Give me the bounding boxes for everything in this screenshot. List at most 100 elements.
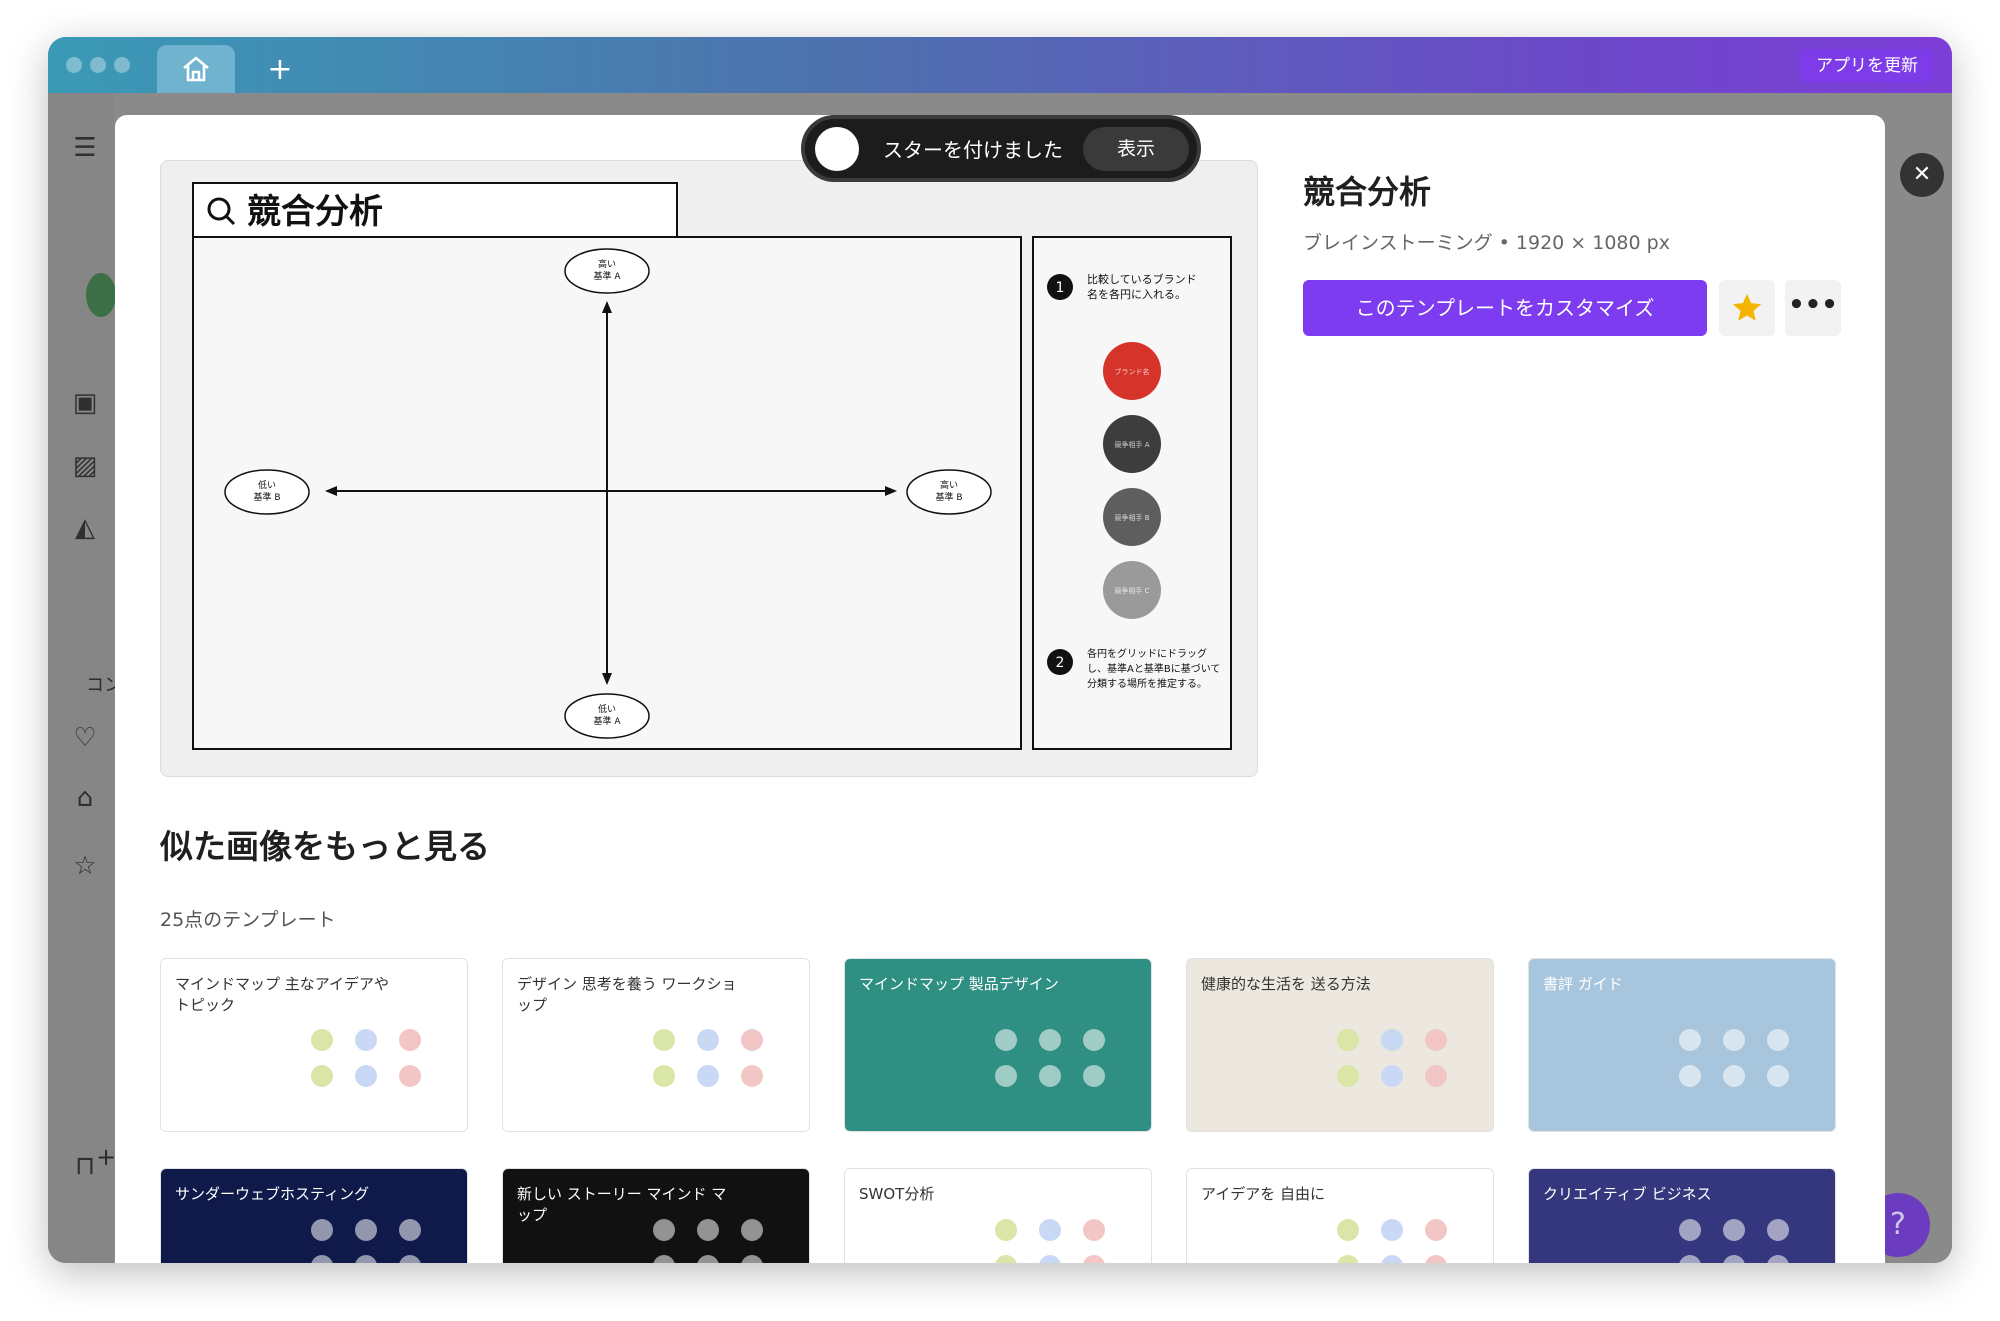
thumbnail-decoration [1337,1219,1359,1241]
thumbnail-decoration [1381,1065,1403,1087]
template-thumbnail[interactable]: サンダーウェブホスティング [160,1168,468,1263]
axis-left-line2: 基準 B [253,491,280,503]
thumbnail-decoration [1767,1219,1789,1241]
preview-search-title: 競合分析 [247,192,383,232]
step2-number: 2 [1056,655,1065,671]
thumbnail-decoration [1083,1029,1105,1051]
template-title: 競合分析 [1303,173,1432,211]
thumbnail-decoration [355,1255,377,1263]
window-zoom-dot[interactable] [114,57,130,73]
toast-view-button[interactable]: 表示 [1082,126,1189,171]
thumbnail-decoration [1723,1255,1745,1263]
template-thumbnail[interactable]: マインドマップ 主なアイデアやトピック [160,958,468,1132]
thumbnail-decoration [697,1219,719,1241]
template-thumbnail[interactable]: 健康的な生活を 送る方法 [1186,958,1494,1132]
step2-text-line1: 各円をグリッドにドラッグ [1087,647,1207,660]
window-minimize-dot[interactable] [90,57,106,73]
template-meta: ブレインストーミング • 1920 × 1080 px [1303,232,1670,254]
more-options-button[interactable]: ••• [1785,280,1841,336]
template-thumbnail[interactable]: SWOT分析 [844,1168,1152,1263]
competitive-analysis-preview: 競合分析 高い 基準 A 低い 基準 A 低い 基準 B 高い 基準 B 1 比… [192,182,1232,750]
thumbnail-decoration [741,1255,763,1263]
thumbnail-decoration [1679,1029,1701,1051]
thumbnail-decoration [399,1219,421,1241]
thumbnail-decoration [1723,1219,1745,1241]
thumbnail-decoration [1679,1065,1701,1087]
thumbnail-decoration [741,1219,763,1241]
axis-right-line1: 高い [940,479,958,491]
brand-circle-label: 競争相手 A [1114,440,1149,449]
thumbnail-decoration [1083,1255,1105,1263]
customize-template-button[interactable]: このテンプレートをカスタマイズ [1303,280,1707,336]
thumbnail-decoration [995,1219,1017,1241]
background-add-symbol: + [96,1143,117,1171]
template-thumbnail-title: デザイン 思考を養う ワークショップ [517,975,737,1014]
template-thumbnail[interactable]: アイデアを 自由に [1186,1168,1494,1263]
template-thumbnail-title: 健康的な生活を 送る方法 [1201,975,1371,993]
thumbnail-decoration [1039,1255,1061,1263]
thumbnail-decoration [399,1065,421,1087]
template-icon: ▣ [72,388,98,418]
template-detail-modal: 競合分析 高い 基準 A 低い 基準 A 低い 基準 B 高い 基準 B 1 比… [115,115,1885,1263]
thumbnail-decoration [1723,1029,1745,1051]
titlebar: + アプリを更新 [48,37,1952,93]
help-icon: ? [1890,1207,1906,1242]
avatar [86,273,116,317]
thumbnail-decoration [741,1065,763,1087]
image-icon: ▨ [72,451,98,481]
step1-text-line2: 名を各円に入れる。 [1087,287,1186,301]
star-outline-icon: ☆ [73,851,97,881]
thumbnail-decoration [355,1065,377,1087]
brand-icon: ♡ [73,723,97,753]
thumbnail-decoration [653,1219,675,1241]
thumbnail-decoration [355,1029,377,1051]
thumbnail-decoration [995,1065,1017,1087]
template-thumbnail[interactable]: マインドマップ 製品デザイン [844,958,1152,1132]
step1-text-line1: 比較しているブランド [1087,272,1197,286]
template-thumbnail-title: マインドマップ 主なアイデアやトピック [175,975,390,1014]
update-app-button[interactable]: アプリを更新 [1800,49,1934,83]
thumbnail-decoration [1425,1219,1447,1241]
thumbnail-decoration [1337,1029,1359,1051]
modal-close-button[interactable]: ✕ [1900,153,1944,197]
template-thumbnail-title: SWOT分析 [859,1185,935,1203]
toast-message: スターを付けました [883,138,1063,162]
thumbnail-decoration [1381,1255,1403,1263]
thumbnail-decoration [1767,1065,1789,1087]
thumbnail-decoration [311,1029,333,1051]
step2-text-line2: し、基準Aと基準Bに基づいて [1087,662,1220,675]
thumbnail-decoration [697,1065,719,1087]
new-tab-button[interactable]: + [260,49,300,89]
thumbnail-decoration [399,1255,421,1263]
thumbnail-decoration [1425,1029,1447,1051]
star-button[interactable] [1719,280,1775,336]
thumbnail-decoration [1337,1065,1359,1087]
thumbnail-decoration [1679,1219,1701,1241]
thumbnail-decoration [1381,1219,1403,1241]
thumbnail-decoration [311,1065,333,1087]
thumbnail-decoration [697,1255,719,1263]
thumbnail-decoration [1425,1255,1447,1263]
template-thumbnail[interactable]: 書評 ガイド [1528,958,1836,1132]
apps-icon: ⌂ [76,783,94,813]
thumbnail-decoration [1679,1255,1701,1263]
thumbnail-decoration [1767,1029,1789,1051]
thumbnail-decoration [355,1219,377,1241]
template-thumbnail[interactable]: 新しい ストーリー マインド マップ [502,1168,810,1263]
tab-home[interactable] [157,45,235,93]
similar-section-title: 似た画像をもっと見る [160,827,490,866]
thumbnail-decoration [697,1029,719,1051]
template-thumbnail[interactable]: クリエイティブ ビジネス [1528,1168,1836,1263]
axis-bottom-line1: 低い [598,703,616,715]
menu-icon: ☰ [73,133,97,163]
template-count: 25点のテンプレート [160,909,336,931]
thumbnail-decoration [1381,1029,1403,1051]
step1-number: 1 [1056,280,1065,296]
star-icon [1732,293,1762,321]
axis-top-line2: 基準 A [593,270,621,282]
template-thumbnail[interactable]: デザイン 思考を養う ワークショップ [502,958,810,1132]
thumbnail-decoration [653,1029,675,1051]
thumbnail-decoration [1767,1255,1789,1263]
window-close-dot[interactable] [66,57,82,73]
template-thumbnail-title: マインドマップ 製品デザイン [859,975,1059,993]
